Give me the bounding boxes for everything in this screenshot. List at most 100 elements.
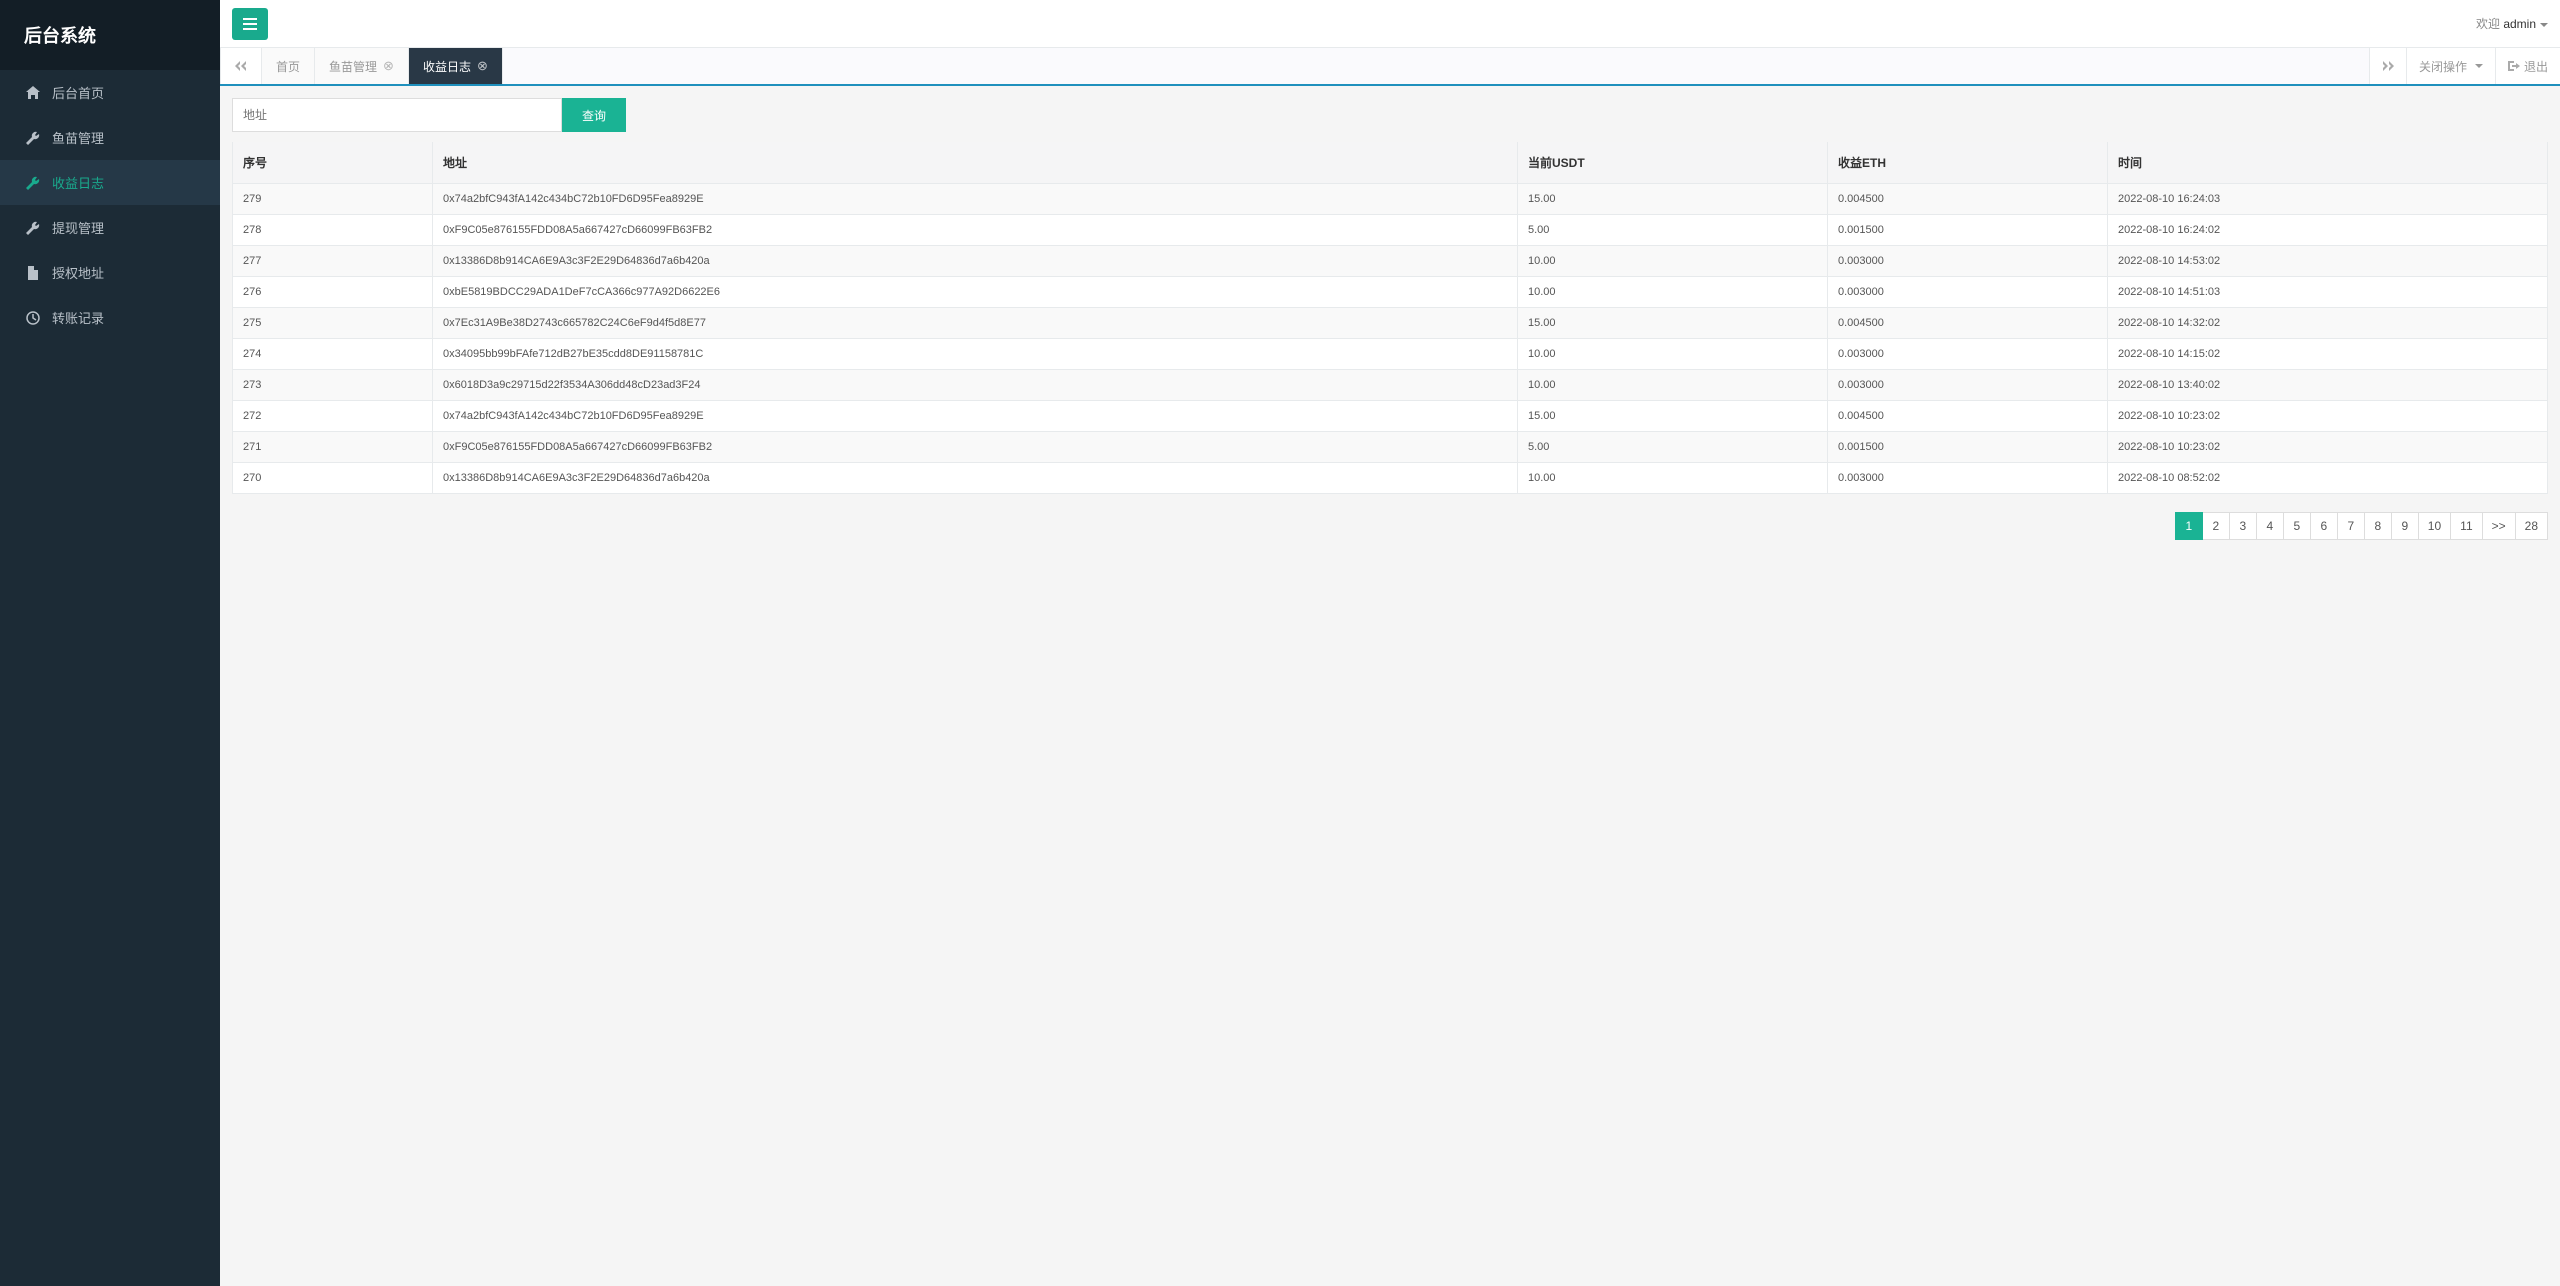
cell-eth: 0.004500 [1828,184,2108,215]
sidebar-item-5[interactable]: 转账记录 [0,295,220,340]
cell-usdt: 10.00 [1518,339,1828,370]
page-8[interactable]: 8 [2364,512,2392,540]
content: 查询 序号 地址 当前USDT 收益ETH 时间 2790x74a2bfC943… [220,86,2560,552]
table-row[interactable]: 2760xbE5819BDCC29ADA1DeF7cCA366c977A92D6… [233,277,2548,308]
page-6[interactable]: 6 [2310,512,2338,540]
tab-1[interactable]: 鱼苗管理⊗ [315,48,409,84]
page-next[interactable]: >> [2482,512,2516,540]
col-seq[interactable]: 序号 [233,142,433,184]
tab-close-icon[interactable]: ⊗ [383,58,394,74]
col-time[interactable]: 时间 [2108,142,2548,184]
cell-seq: 271 [233,432,433,463]
table-row[interactable]: 2780xF9C05e876155FDD08A5a667427cD66099FB… [233,215,2548,246]
tab-close-icon[interactable]: ⊗ [477,58,488,74]
cell-time: 2022-08-10 16:24:02 [2108,215,2548,246]
cell-seq: 278 [233,215,433,246]
tab-2[interactable]: 收益日志⊗ [409,48,503,84]
cell-eth: 0.004500 [1828,401,2108,432]
table-row[interactable]: 2790x74a2bfC943fA142c434bC72b10FD6D95Fea… [233,184,2548,215]
cell-usdt: 10.00 [1518,370,1828,401]
tab-scroll-left[interactable] [220,48,262,84]
file-icon [24,266,42,280]
home-icon [24,86,42,100]
cell-usdt: 15.00 [1518,184,1828,215]
table-row[interactable]: 2720x74a2bfC943fA142c434bC72b10FD6D95Fea… [233,401,2548,432]
table-row[interactable]: 2710xF9C05e876155FDD08A5a667427cD66099FB… [233,432,2548,463]
welcome-prefix: 欢迎 [2476,17,2503,31]
cell-eth: 0.003000 [1828,463,2108,494]
page-4[interactable]: 4 [2256,512,2284,540]
sidebar: 后台系统 后台首页鱼苗管理收益日志提现管理授权地址转账记录 [0,0,220,1286]
page-10[interactable]: 10 [2418,512,2451,540]
address-input[interactable] [232,98,562,132]
double-chevron-left-icon [235,61,247,71]
cell-eth: 0.003000 [1828,370,2108,401]
wrench-icon [24,131,42,145]
caret-down-icon [2540,23,2548,27]
cell-time: 2022-08-10 13:40:02 [2108,370,2548,401]
table-row[interactable]: 2750x7Ec31A9Be38D2743c665782C24C6eF9d4f5… [233,308,2548,339]
tab-label: 首页 [276,58,300,75]
sidebar-item-1[interactable]: 鱼苗管理 [0,115,220,160]
cell-addr: 0x13386D8b914CA6E9A3c3F2E29D64836d7a6b42… [433,246,1518,277]
close-ops-dropdown[interactable]: 关闭操作 [2406,48,2495,84]
page-11[interactable]: 11 [2450,512,2482,540]
clock-icon [24,311,42,325]
col-eth[interactable]: 收益ETH [1828,142,2108,184]
cell-addr: 0xF9C05e876155FDD08A5a667427cD66099FB63F… [433,215,1518,246]
cell-addr: 0xF9C05e876155FDD08A5a667427cD66099FB63F… [433,432,1518,463]
page-28[interactable]: 28 [2515,512,2548,540]
hamburger-icon [243,18,257,30]
sidebar-item-label: 转账记录 [52,308,104,327]
sidebar-item-2[interactable]: 收益日志 [0,160,220,205]
cell-usdt: 10.00 [1518,277,1828,308]
wrench-icon [24,176,42,190]
page-7[interactable]: 7 [2337,512,2365,540]
table-row[interactable]: 2700x13386D8b914CA6E9A3c3F2E29D64836d7a6… [233,463,2548,494]
page-9[interactable]: 9 [2391,512,2419,540]
tab-scroll-right[interactable] [2369,48,2406,84]
exit-button[interactable]: 退出 [2495,48,2560,84]
cell-time: 2022-08-10 14:51:03 [2108,277,2548,308]
cell-addr: 0x34095bb99bFAfe712dB27bE35cdd8DE9115878… [433,339,1518,370]
cell-eth: 0.001500 [1828,432,2108,463]
cell-seq: 274 [233,339,433,370]
page-1[interactable]: 1 [2175,512,2203,540]
cell-time: 2022-08-10 14:53:02 [2108,246,2548,277]
earnings-table: 序号 地址 当前USDT 收益ETH 时间 2790x74a2bfC943fA1… [232,142,2548,494]
cell-eth: 0.001500 [1828,215,2108,246]
close-ops-label: 关闭操作 [2419,58,2467,75]
page-5[interactable]: 5 [2283,512,2311,540]
brand-title: 后台系统 [0,0,220,70]
cell-seq: 276 [233,277,433,308]
toggle-sidebar-button[interactable] [232,8,268,40]
page-3[interactable]: 3 [2229,512,2257,540]
cell-seq: 279 [233,184,433,215]
cell-addr: 0xbE5819BDCC29ADA1DeF7cCA366c977A92D6622… [433,277,1518,308]
table-row[interactable]: 2770x13386D8b914CA6E9A3c3F2E29D64836d7a6… [233,246,2548,277]
tab-list: 首页鱼苗管理⊗收益日志⊗ [262,48,503,84]
sidebar-item-4[interactable]: 授权地址 [0,250,220,295]
table-row[interactable]: 2740x34095bb99bFAfe712dB27bE35cdd8DE9115… [233,339,2548,370]
col-usdt[interactable]: 当前USDT [1518,142,1828,184]
wrench-icon [24,221,42,235]
query-button[interactable]: 查询 [562,98,626,132]
tab-0[interactable]: 首页 [262,48,315,84]
cell-eth: 0.004500 [1828,308,2108,339]
page-2[interactable]: 2 [2202,512,2230,540]
col-addr[interactable]: 地址 [433,142,1518,184]
cell-usdt: 15.00 [1518,308,1828,339]
cell-usdt: 10.00 [1518,246,1828,277]
cell-seq: 272 [233,401,433,432]
sidebar-item-label: 授权地址 [52,263,104,282]
sidebar-item-label: 提现管理 [52,218,104,237]
sidebar-item-label: 后台首页 [52,83,104,102]
sidebar-item-label: 收益日志 [52,173,104,192]
table-row[interactable]: 2730x6018D3a9c29715d22f3534A306dd48cD23a… [233,370,2548,401]
welcome-user[interactable]: 欢迎 admin [2476,15,2548,32]
sidebar-nav: 后台首页鱼苗管理收益日志提现管理授权地址转账记录 [0,70,220,340]
sidebar-item-0[interactable]: 后台首页 [0,70,220,115]
cell-eth: 0.003000 [1828,277,2108,308]
sidebar-item-3[interactable]: 提现管理 [0,205,220,250]
cell-seq: 270 [233,463,433,494]
